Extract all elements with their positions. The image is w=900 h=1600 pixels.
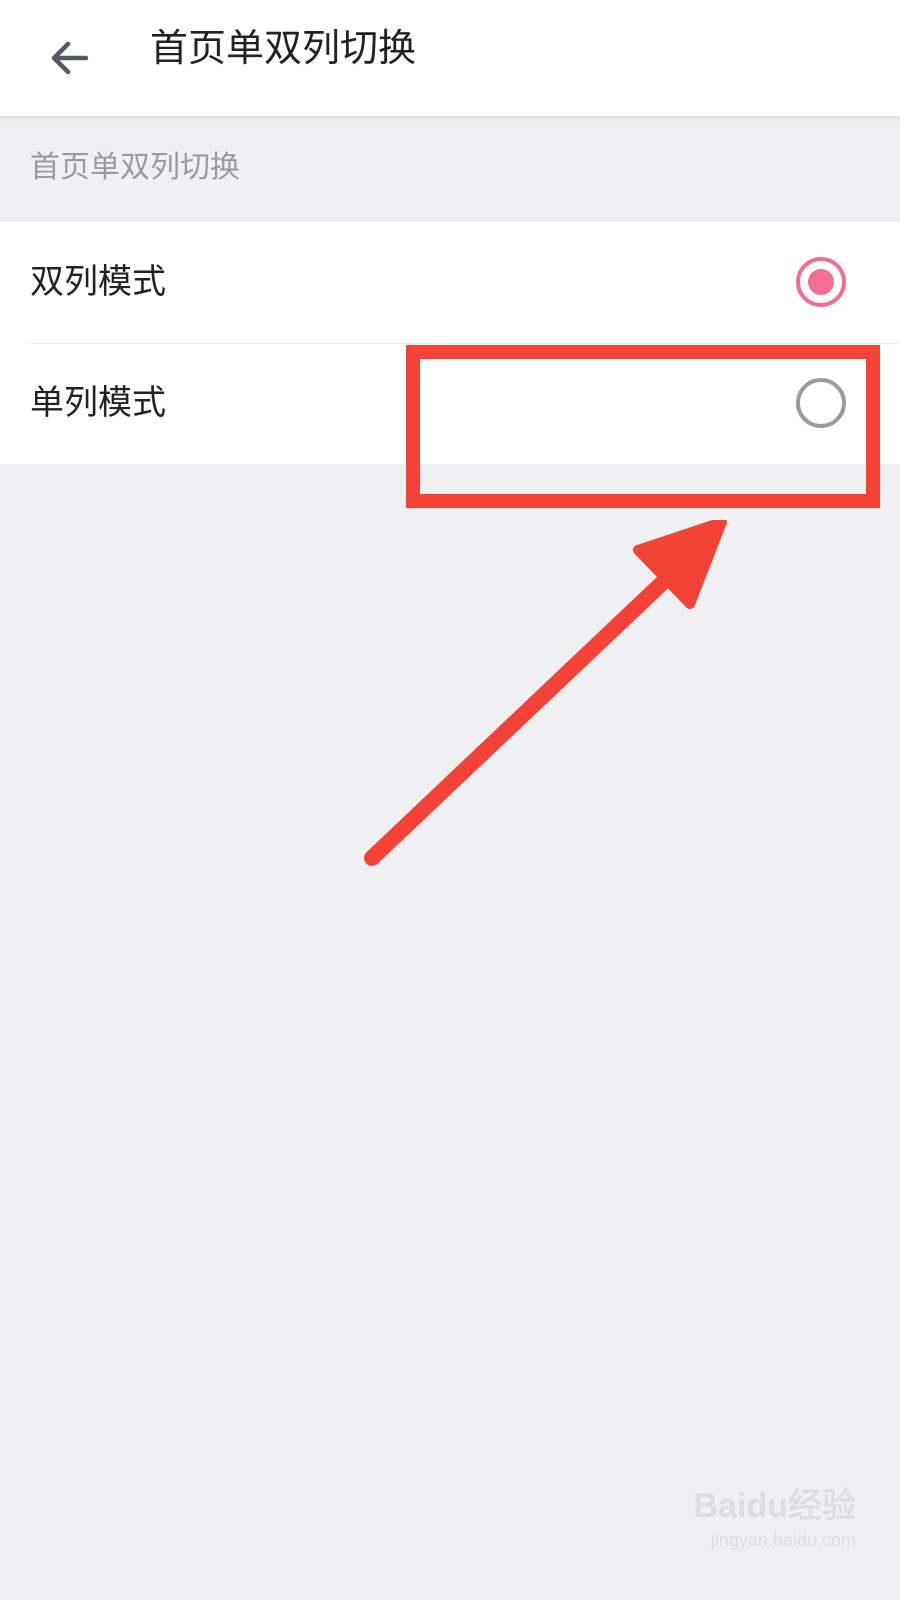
- top-app-bar: 首页单双列切换: [0, 0, 900, 116]
- radio-selected-icon[interactable]: [796, 257, 846, 307]
- annotation-arrow-icon: [364, 520, 727, 866]
- section-title: 首页单双列切换: [30, 150, 240, 185]
- option-label: 单列模式: [30, 383, 166, 423]
- watermark: Baidu经验 jingyan.baidu.com: [676, 1470, 856, 1570]
- watermark-url: jingyan.baidu.com: [710, 1530, 856, 1550]
- section-header: 首页单双列切换: [0, 116, 900, 222]
- back-button[interactable]: [30, 18, 110, 98]
- arrow-left-icon: [51, 41, 89, 75]
- watermark-brand: Baidu经验: [693, 1487, 856, 1525]
- annotation-highlight-box: [406, 345, 880, 508]
- page-title: 首页单双列切换: [150, 26, 417, 70]
- option-double-column[interactable]: 双列模式: [0, 222, 900, 343]
- option-label: 双列模式: [30, 262, 166, 302]
